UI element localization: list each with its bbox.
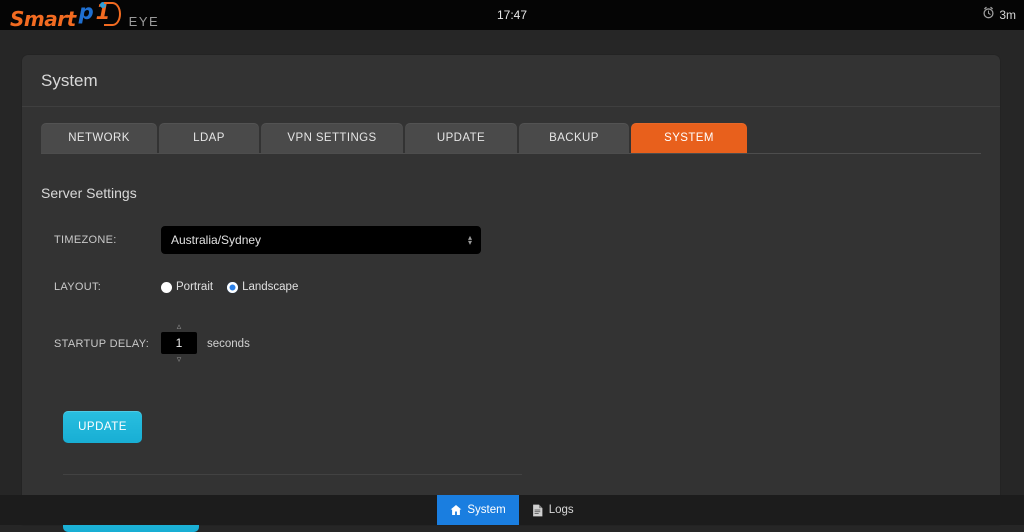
- tab-system[interactable]: SYSTEM: [631, 123, 747, 153]
- radio-checked-icon: [227, 282, 238, 293]
- update-button[interactable]: UPDATE: [63, 411, 142, 443]
- layout-row: LAYOUT: Portrait Landscape: [41, 274, 1000, 300]
- home-icon: [450, 504, 462, 516]
- uptime-indicator: 3m: [982, 0, 1016, 30]
- tab-backup-label: BACKUP: [549, 132, 599, 144]
- nav-logs[interactable]: Logs: [519, 495, 587, 525]
- timezone-select[interactable]: Australia/Sydney: [161, 226, 481, 254]
- stepper-down-icon[interactable]: ▿: [177, 354, 182, 365]
- stepper-up-icon[interactable]: ▵: [177, 321, 182, 332]
- bottom-navigation: System Logs: [0, 495, 1024, 525]
- tab-underline: [41, 153, 981, 154]
- page-title: System: [41, 71, 98, 91]
- page-background: System NETWORK LDAP VPN SETTINGS UPDATE …: [0, 30, 1024, 495]
- nav-logs-label: Logs: [549, 504, 574, 516]
- timezone-select-wrapper: Australia/Sydney ▴ ▾: [161, 226, 481, 254]
- layout-landscape-label: Landscape: [242, 281, 298, 293]
- alarm-clock-icon: [982, 6, 995, 24]
- startup-delay-input[interactable]: [161, 332, 197, 354]
- layout-radio-portrait[interactable]: Portrait: [161, 281, 213, 293]
- timezone-row: TIMEZONE: Australia/Sydney ▴ ▾: [41, 227, 1000, 253]
- layout-radio-landscape[interactable]: Landscape: [227, 281, 298, 293]
- startup-delay-stepper: ▵ ▿: [161, 321, 197, 365]
- system-panel: System NETWORK LDAP VPN SETTINGS UPDATE …: [22, 55, 1000, 525]
- panel-header: System: [22, 55, 1000, 107]
- layout-radio-group: Portrait Landscape: [161, 281, 312, 293]
- startup-delay-units: seconds: [207, 338, 250, 350]
- section-divider: [63, 474, 522, 475]
- nav-system-label: System: [467, 504, 505, 516]
- layout-portrait-label: Portrait: [176, 281, 213, 293]
- tab-bar: NETWORK LDAP VPN SETTINGS UPDATE BACKUP …: [41, 123, 1000, 163]
- radio-unchecked-icon: [161, 282, 172, 293]
- file-icon: [532, 504, 544, 517]
- tab-vpn-settings-label: VPN SETTINGS: [287, 132, 376, 144]
- uptime-text: 3m: [999, 8, 1016, 22]
- tab-network-label: NETWORK: [68, 132, 130, 144]
- tab-ldap[interactable]: LDAP: [159, 123, 259, 153]
- section-title: Server Settings: [41, 185, 1000, 201]
- tab-backup[interactable]: BACKUP: [519, 123, 629, 153]
- tab-system-label: SYSTEM: [664, 132, 714, 144]
- timezone-label: TIMEZONE:: [41, 234, 161, 246]
- tab-update-label: UPDATE: [437, 132, 485, 144]
- server-settings-form: Server Settings TIMEZONE: Australia/Sydn…: [22, 163, 1000, 532]
- clock-time: 17:47: [0, 8, 1024, 22]
- tab-ldap-label: LDAP: [193, 132, 225, 144]
- startup-delay-label: STARTUP DELAY:: [41, 338, 161, 350]
- tab-update[interactable]: UPDATE: [405, 123, 517, 153]
- layout-label: LAYOUT:: [41, 281, 161, 293]
- tab-network[interactable]: NETWORK: [41, 123, 157, 153]
- top-bar: Smart p 1 EYE 17:47 3m: [0, 0, 1024, 30]
- nav-system[interactable]: System: [437, 495, 518, 525]
- startup-delay-row: STARTUP DELAY: ▵ ▿ seconds: [41, 321, 1000, 377]
- tab-vpn-settings[interactable]: VPN SETTINGS: [261, 123, 403, 153]
